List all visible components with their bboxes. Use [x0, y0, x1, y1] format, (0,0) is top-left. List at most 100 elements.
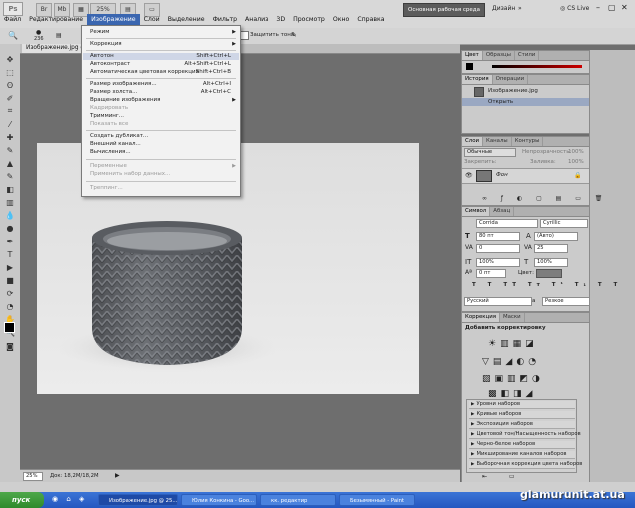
menu-help[interactable]: Справка: [353, 14, 388, 25]
menu-view[interactable]: Просмотр: [289, 14, 329, 25]
menu-item-apply-data-set[interactable]: Применить набор данных...: [83, 171, 239, 178]
task-browser[interactable]: Юлия Конкина - Goo...: [181, 494, 257, 506]
pen-tool-icon[interactable]: ✒: [4, 236, 16, 246]
tab-character[interactable]: Символ: [462, 207, 491, 216]
menu-3d[interactable]: 3D: [272, 14, 289, 25]
preset-black-white[interactable]: ▶ Черно-белое наборов: [469, 441, 575, 449]
tool-preset-icon[interactable]: 🔍: [8, 31, 18, 40]
fill-value[interactable]: 100%: [568, 159, 584, 165]
layer-visibility-eye-icon[interactable]: 👁: [465, 172, 473, 179]
move-tool-icon[interactable]: ✥: [4, 54, 16, 64]
font-style-select[interactable]: Cyrillic: [540, 219, 588, 228]
tablet-pressure-icon[interactable]: ✎: [291, 31, 297, 39]
gradient-tool-icon[interactable]: ▥: [4, 197, 16, 207]
status-zoom-field[interactable]: 25%: [23, 472, 43, 481]
tab-paths[interactable]: Контуры: [512, 137, 544, 146]
minimize-button[interactable]: –: [596, 3, 600, 12]
clone-stamp-tool-icon[interactable]: ▲: [4, 158, 16, 168]
crop-tool-icon[interactable]: ⌗: [4, 106, 16, 116]
menu-item-reveal-all[interactable]: Показать все: [83, 121, 239, 128]
quick-mask-icon[interactable]: ◙: [4, 341, 16, 351]
menu-item-adjustments[interactable]: Коррекция ▶: [83, 41, 239, 48]
menu-file[interactable]: Файл: [0, 14, 25, 25]
path-select-tool-icon[interactable]: ▶: [4, 262, 16, 272]
preset-selective-color[interactable]: ▶ Выборочная коррекция цвета наборов: [469, 461, 582, 469]
dodge-tool-icon[interactable]: ●: [4, 223, 16, 233]
menu-edit[interactable]: Редактирование: [25, 14, 87, 25]
close-button[interactable]: ✕: [621, 3, 628, 12]
brush-tool-icon[interactable]: ✎: [4, 145, 16, 155]
adjustment-icons-row-1[interactable]: ☀▥▦◪: [488, 339, 538, 349]
vertical-scale-field[interactable]: 100%: [476, 258, 520, 267]
preset-curves[interactable]: ▶ Кривые наборов: [469, 411, 575, 419]
3d-rotate-tool-icon[interactable]: ⟳: [4, 288, 16, 298]
task-editor[interactable]: кк. редактир: [260, 494, 336, 506]
tab-masks[interactable]: Маски: [500, 313, 525, 322]
tab-actions[interactable]: Операции: [493, 75, 529, 84]
brush-picker-icon[interactable]: ●: [36, 29, 41, 36]
foreground-color-swatch[interactable]: [4, 322, 15, 333]
menu-window[interactable]: Окно: [329, 14, 353, 25]
tab-paragraph[interactable]: Абзац: [490, 207, 515, 216]
brush-panel-icon[interactable]: ▤: [56, 32, 62, 39]
adjustment-icons-row-3[interactable]: ▨▣▥◩◑: [482, 374, 544, 384]
tab-adjustments[interactable]: Коррекция: [462, 313, 500, 322]
menu-item-duplicate[interactable]: Создать дубликат...: [83, 133, 239, 140]
anti-alias-select[interactable]: Резкое: [542, 297, 590, 306]
design-workspace-link[interactable]: Дизайн: [492, 5, 515, 12]
menu-item-image-rotation[interactable]: Вращение изображения ▶: [83, 97, 239, 104]
color-slider[interactable]: [492, 65, 582, 68]
menu-item-apply-image[interactable]: Внешний канал...: [83, 141, 239, 148]
cs-live-button[interactable]: ◎ CS Live: [560, 5, 589, 12]
status-menu-arrow[interactable]: ▶: [115, 472, 120, 479]
blend-mode-select[interactable]: Обычные: [464, 148, 516, 157]
tracking-field[interactable]: 25: [534, 244, 568, 253]
language-select[interactable]: Русский: [464, 297, 532, 306]
history-item-open[interactable]: [462, 98, 589, 106]
blur-tool-icon[interactable]: 💧: [4, 210, 16, 220]
quick-select-tool-icon[interactable]: ✐: [4, 93, 16, 103]
menu-item-auto-contrast[interactable]: Автоконтраст Alt+Shift+Ctrl+L: [83, 61, 239, 68]
menu-filter[interactable]: Фильтр: [209, 14, 241, 25]
font-size-field[interactable]: 80 пт: [476, 232, 520, 241]
start-button[interactable]: пуск: [0, 492, 44, 508]
menu-item-calculations[interactable]: Вычисления...: [83, 149, 239, 156]
preset-exposure[interactable]: ▶ Экспозиция наборов: [469, 421, 575, 429]
horizontal-scale-field[interactable]: 100%: [534, 258, 568, 267]
tab-styles[interactable]: Стили: [515, 51, 540, 60]
menu-select[interactable]: Выделение: [164, 14, 209, 25]
task-paint[interactable]: Безымянный - Paint: [339, 494, 415, 506]
menu-item-mode[interactable]: Режим ▶: [83, 29, 239, 36]
text-style-buttons[interactable]: T T TT Tт T¹ T₁ T T: [472, 282, 622, 288]
menu-item-canvas-size[interactable]: Размер холста... Alt+Ctrl+C: [83, 89, 239, 96]
tab-layers[interactable]: Слои: [462, 137, 484, 146]
menu-item-variables[interactable]: Переменные ▶: [83, 163, 239, 170]
color-fg-swatch[interactable]: [466, 63, 473, 70]
tab-swatches[interactable]: Образцы: [483, 51, 515, 60]
kerning-field[interactable]: 0: [476, 244, 520, 253]
eraser-tool-icon[interactable]: ◧: [4, 184, 16, 194]
tab-color[interactable]: Цвет: [462, 51, 483, 60]
text-color-swatch[interactable]: [536, 269, 562, 278]
quick-launch-icons[interactable]: ◉ ⌂ ◈: [52, 495, 87, 503]
tab-channels[interactable]: Каналы: [483, 137, 512, 146]
font-family-select[interactable]: Corrida: [476, 219, 538, 228]
menu-item-auto-color[interactable]: Автоматическая цветовая коррекция Shift+C…: [83, 69, 239, 76]
leading-field[interactable]: (Авто): [534, 232, 578, 241]
more-workspaces-icon[interactable]: »: [518, 5, 522, 12]
task-photoshop[interactable]: Изображение.jpg @ 25...: [98, 494, 178, 506]
menu-item-image-size[interactable]: Размер изображения... Alt+Ctrl+I: [83, 81, 239, 88]
history-brush-tool-icon[interactable]: ✎: [4, 171, 16, 181]
adjustment-icons-row-2[interactable]: ▽▤◢◐◔: [482, 357, 540, 367]
menu-item-trap[interactable]: Треппинг...: [83, 185, 239, 192]
adjustments-footer-buttons[interactable]: ⇤ ▭: [482, 473, 525, 480]
healing-brush-tool-icon[interactable]: ✚: [4, 132, 16, 142]
layers-footer-buttons[interactable]: ∞ ƒ ◐ ▢ ▤ ▭ 🗑: [482, 195, 608, 202]
protect-tones-checkbox[interactable]: [240, 31, 249, 40]
maximize-button[interactable]: ▢: [608, 3, 616, 12]
history-snapshot-label[interactable]: Изображение.jpg: [488, 88, 538, 94]
preset-levels[interactable]: ▶ Уровни наборов: [469, 401, 575, 409]
menu-item-auto-tone[interactable]: Автотон Shift+Ctrl+L: [83, 53, 239, 60]
baseline-shift-field[interactable]: 0 пт: [476, 269, 506, 278]
adjustment-icons-row-4[interactable]: ▩◧◨◢: [488, 389, 536, 399]
